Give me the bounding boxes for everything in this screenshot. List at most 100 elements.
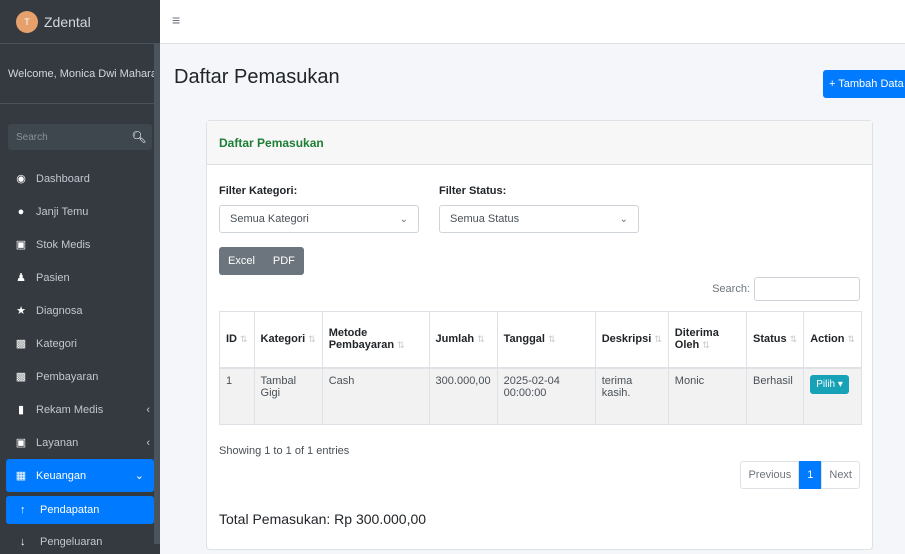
- cell-kategori: Tambal Gigi: [253, 367, 323, 425]
- sort-icon: ⇅: [308, 334, 316, 345]
- user-icon: ♟: [16, 272, 26, 284]
- chevron-down-icon: ⌄: [134, 470, 144, 482]
- filter-status-select[interactable]: Semua Status ⌄: [439, 205, 639, 233]
- pilih-dropdown-button[interactable]: Pilih ▾: [810, 374, 849, 394]
- arrow-down-icon: ↓: [20, 536, 26, 548]
- sidebar-item-kategori[interactable]: ▩ Kategori: [0, 327, 160, 360]
- cell-status: Berhasil: [746, 367, 804, 425]
- page-title: Daftar Pemasukan: [174, 66, 340, 88]
- sidebar-item-diagnosa[interactable]: ★ Diagnosa: [0, 294, 160, 327]
- excel-button[interactable]: Excel: [219, 247, 264, 275]
- table-info: Showing 1 to 1 of 1 entries: [219, 445, 350, 457]
- sort-icon: ⇅: [547, 334, 556, 345]
- total-income: Total Pemasukan: Rp 300.000,00: [219, 511, 427, 527]
- col-jumlah[interactable]: Jumlah ⇅: [428, 311, 498, 369]
- pagination-previous[interactable]: Previous: [740, 461, 800, 489]
- file-medical-icon: ▮: [17, 404, 25, 416]
- sidebar-item-label: Dashboard: [36, 172, 90, 185]
- medkit-icon: ▣: [15, 239, 27, 251]
- col-kategori-label: Kategori: [260, 333, 306, 346]
- search-icon[interactable]: 🔍︎: [126, 124, 152, 150]
- col-jumlah-label: Jumlah: [435, 333, 475, 346]
- diagnoses-icon: ★: [16, 305, 26, 317]
- col-diterima-label: Diterima Oleh: [674, 327, 719, 352]
- pdf-button[interactable]: PDF: [263, 247, 304, 275]
- pilih-label: Pilih: [816, 378, 836, 390]
- col-diterima[interactable]: Diterima Oleh ⇅: [667, 311, 747, 369]
- col-tanggal[interactable]: Tanggal ⇅: [496, 311, 596, 369]
- sidebar-item-label: Stok Medis: [36, 238, 91, 251]
- sort-icon: ⇅: [702, 340, 710, 351]
- col-action-label: Action: [810, 333, 845, 346]
- brand-logo-icon: T: [16, 10, 38, 33]
- income-table: ID ⇅ Kategori ⇅ Metode Pembayaran ⇅ Jumlah ⇅…: [219, 311, 862, 425]
- sidebar-item-pengeluaran[interactable]: ↓ Pengeluaran: [0, 528, 160, 554]
- cell-jumlah: 300.000,00: [428, 367, 498, 425]
- col-id[interactable]: ID ⇅: [219, 311, 255, 369]
- file-invoice-icon: ▩: [15, 371, 27, 383]
- card-title: Daftar Pemasukan: [219, 135, 324, 150]
- pagination: Previous 1 Next: [740, 461, 860, 489]
- menu-toggle-icon[interactable]: ≡: [172, 12, 180, 28]
- filter-kategori-label: Filter Kategori:: [219, 185, 298, 197]
- table-header-row: ID ⇅ Kategori ⇅ Metode Pembayaran ⇅ Jumlah ⇅…: [219, 311, 862, 369]
- sort-icon: ⇅: [477, 334, 485, 345]
- income-card: Daftar Pemasukan Filter Kategori: Semua …: [206, 120, 873, 550]
- table-search-input[interactable]: [754, 277, 860, 301]
- sidebar-item-stok-medis[interactable]: ▣ Stok Medis: [0, 228, 160, 261]
- filter-status-label: Filter Status:: [439, 185, 507, 197]
- cell-id: 1: [219, 367, 255, 425]
- brand[interactable]: T Zdental: [0, 0, 160, 44]
- chevron-down-icon: ⌄: [619, 213, 628, 225]
- sidebar-item-label: Diagnosa: [36, 304, 83, 317]
- sort-icon: ⇅: [240, 334, 248, 345]
- money-icon: ▦: [15, 470, 27, 482]
- briefcase-medical-icon: ▣: [15, 437, 27, 449]
- sidebar-item-pendapatan[interactable]: ↑ Pendapatan: [6, 496, 154, 524]
- export-buttons: Excel PDF: [219, 247, 304, 275]
- chevron-left-icon: ‹: [146, 403, 150, 416]
- sidebar-item-dashboard[interactable]: ◉ Dashboard: [0, 162, 160, 195]
- sidebar-item-label: Pendapatan: [40, 504, 100, 516]
- sidebar-item-label: Kategori: [36, 337, 77, 350]
- chevron-down-icon: ⌄: [399, 213, 408, 225]
- sidebar-item-keuangan[interactable]: ▦ Keuangan ⌄: [6, 459, 154, 492]
- cell-tanggal: 2025-02-04 00:00:00: [496, 367, 596, 425]
- welcome-text: Welcome, Monica Dwi Mahara: [0, 44, 160, 104]
- cell-deskripsi: terima kasih.: [594, 367, 669, 425]
- pagination-page-1[interactable]: 1: [799, 461, 822, 489]
- table-search: Search:: [712, 277, 860, 301]
- col-deskripsi[interactable]: Deskripsi ⇅: [594, 311, 669, 369]
- sidebar-item-label: Layanan: [36, 436, 79, 449]
- sidebar-item-janji-temu[interactable]: ● Janji Temu: [0, 195, 160, 228]
- sort-icon: ⇅: [654, 334, 662, 345]
- filter-kategori-select[interactable]: Semua Kategori ⌄: [219, 205, 419, 233]
- col-metode-label: Metode Pembayaran: [328, 327, 395, 352]
- sidebar-item-label: Rekam Medis: [36, 403, 104, 416]
- sidebar-item-label: Janji Temu: [36, 205, 89, 218]
- col-id-label: ID: [226, 333, 237, 346]
- sidebar-item-pembayaran[interactable]: ▩ Pembayaran: [0, 360, 160, 393]
- col-metode[interactable]: Metode Pembayaran ⇅: [321, 311, 430, 369]
- sidebar-item-label: Pembayaran: [36, 370, 99, 383]
- sidebar-search-input[interactable]: [8, 124, 126, 150]
- sidebar: T Zdental Welcome, Monica Dwi Mahara 🔍︎ …: [0, 0, 160, 554]
- table-row: 1 Tambal Gigi Cash 300.000,00 2025-02-04…: [219, 367, 862, 425]
- sidebar-item-rekam-medis[interactable]: ▮ Rekam Medis ‹: [0, 393, 160, 426]
- col-status[interactable]: Status ⇅: [746, 311, 804, 369]
- col-status-label: Status: [753, 333, 787, 346]
- sidebar-scrollbar[interactable]: [154, 44, 160, 544]
- sort-icon: ⇅: [789, 334, 798, 345]
- col-kategori[interactable]: Kategori ⇅: [253, 311, 323, 369]
- arrow-up-icon: ↑: [20, 504, 26, 516]
- filter-status-value: Semua Status: [450, 213, 520, 225]
- sidebar-item-layanan[interactable]: ▣ Layanan ‹: [0, 426, 160, 459]
- pagination-next[interactable]: Next: [821, 461, 860, 489]
- col-action[interactable]: Action ⇅: [803, 311, 862, 369]
- sidebar-item-label: Pasien: [36, 271, 70, 284]
- filter-kategori-value: Semua Kategori: [230, 213, 309, 225]
- add-data-button[interactable]: + Tambah Data: [823, 70, 905, 98]
- sidebar-item-pasien[interactable]: ♟ Pasien: [0, 261, 160, 294]
- cell-action: Pilih ▾: [803, 367, 862, 425]
- chevron-left-icon: ‹: [146, 436, 150, 449]
